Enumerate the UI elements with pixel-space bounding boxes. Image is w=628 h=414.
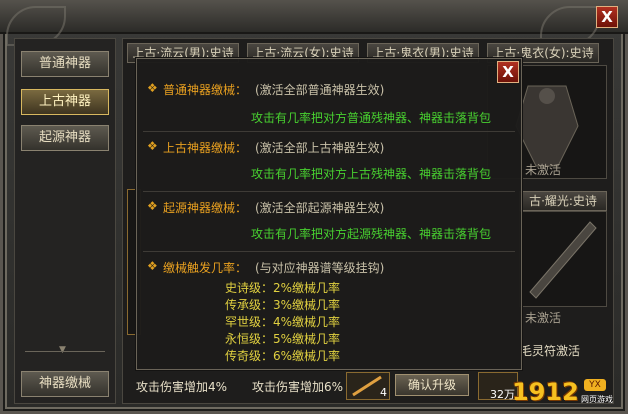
tab-ancient-artifact[interactable]: 上古神器 bbox=[21, 89, 109, 115]
status-label: 未激活 bbox=[525, 311, 562, 325]
close-button[interactable]: X bbox=[596, 6, 618, 28]
logo-subtitle: 网页游戏 bbox=[581, 395, 613, 404]
section-description: 攻击有几率把对方普通残神器、神器击落背包 bbox=[251, 111, 492, 125]
sword-figure-icon bbox=[529, 221, 597, 299]
diamond-bullet-icon: ❖ bbox=[147, 81, 158, 95]
activate-label: 毛灵符激活 bbox=[520, 344, 581, 358]
disarm-button[interactable]: 神器缴械 bbox=[21, 371, 109, 397]
status-label: 未激活 bbox=[525, 163, 562, 177]
rate-level-row: 永恒级：5%缴械几率 bbox=[225, 332, 341, 346]
section-description: 攻击有几率把对方起源残神器、神器击落背包 bbox=[251, 227, 492, 241]
section-title: 起源神器缴械： bbox=[163, 201, 248, 215]
divider bbox=[143, 131, 515, 132]
title-bar bbox=[0, 0, 628, 34]
rate-level-row: 罕世级：4%缴械几率 bbox=[225, 315, 341, 329]
diamond-bullet-icon: ❖ bbox=[147, 259, 158, 273]
section-description: 攻击有几率把对方上古残神器、神器击落背包 bbox=[251, 167, 492, 181]
close-button[interactable]: X bbox=[497, 61, 519, 83]
artifact-card[interactable] bbox=[519, 211, 607, 307]
damage-increase-text: 攻击伤害增加6% bbox=[252, 380, 344, 394]
section-title: 普通神器缴械： bbox=[163, 83, 248, 97]
divider bbox=[143, 251, 515, 252]
sidebar: 普通神器 上古神器 起源神器 ▼ 神器缴械 bbox=[14, 38, 116, 404]
section-title: 上古神器缴械： bbox=[163, 141, 248, 155]
item-count: 4 bbox=[380, 386, 387, 399]
section-subtitle: (激活全部起源神器生效) bbox=[255, 201, 385, 215]
divider bbox=[25, 351, 105, 352]
disarm-info-panel: X ❖ 普通神器缴械： (激活全部普通神器生效) 攻击有几率把对方普通残神器、神… bbox=[136, 58, 522, 370]
section-title: 缴械触发几率： bbox=[163, 261, 248, 275]
rate-level-row: 传奇级：6%缴械几率 bbox=[225, 349, 341, 363]
diamond-bullet-icon: ❖ bbox=[147, 199, 158, 213]
tab-origin-artifact[interactable]: 起源神器 bbox=[21, 125, 109, 151]
divider bbox=[143, 191, 515, 192]
section-subtitle: (激活全部普通神器生效) bbox=[255, 83, 385, 97]
section-subtitle: (激活全部上古神器生效) bbox=[255, 141, 385, 155]
tab-normal-artifact[interactable]: 普通神器 bbox=[21, 51, 109, 77]
rate-level-row: 传承级：3%缴械几率 bbox=[225, 298, 341, 312]
rate-level-row: 史诗级：2%缴械几率 bbox=[225, 281, 341, 295]
section-subtitle: (与对应神器谱等级挂钩) bbox=[255, 261, 385, 275]
confirm-upgrade-button[interactable]: 确认升级 bbox=[395, 374, 469, 396]
logo-badge: YX bbox=[584, 379, 606, 391]
diamond-bullet-icon: ❖ bbox=[147, 139, 158, 153]
site-logo: 1912 bbox=[512, 378, 579, 406]
chevron-down-icon: ▼ bbox=[59, 345, 66, 355]
damage-increase-text: 攻击伤害增加4% bbox=[136, 380, 228, 394]
card-header: 古·耀光:史诗 bbox=[519, 191, 607, 211]
